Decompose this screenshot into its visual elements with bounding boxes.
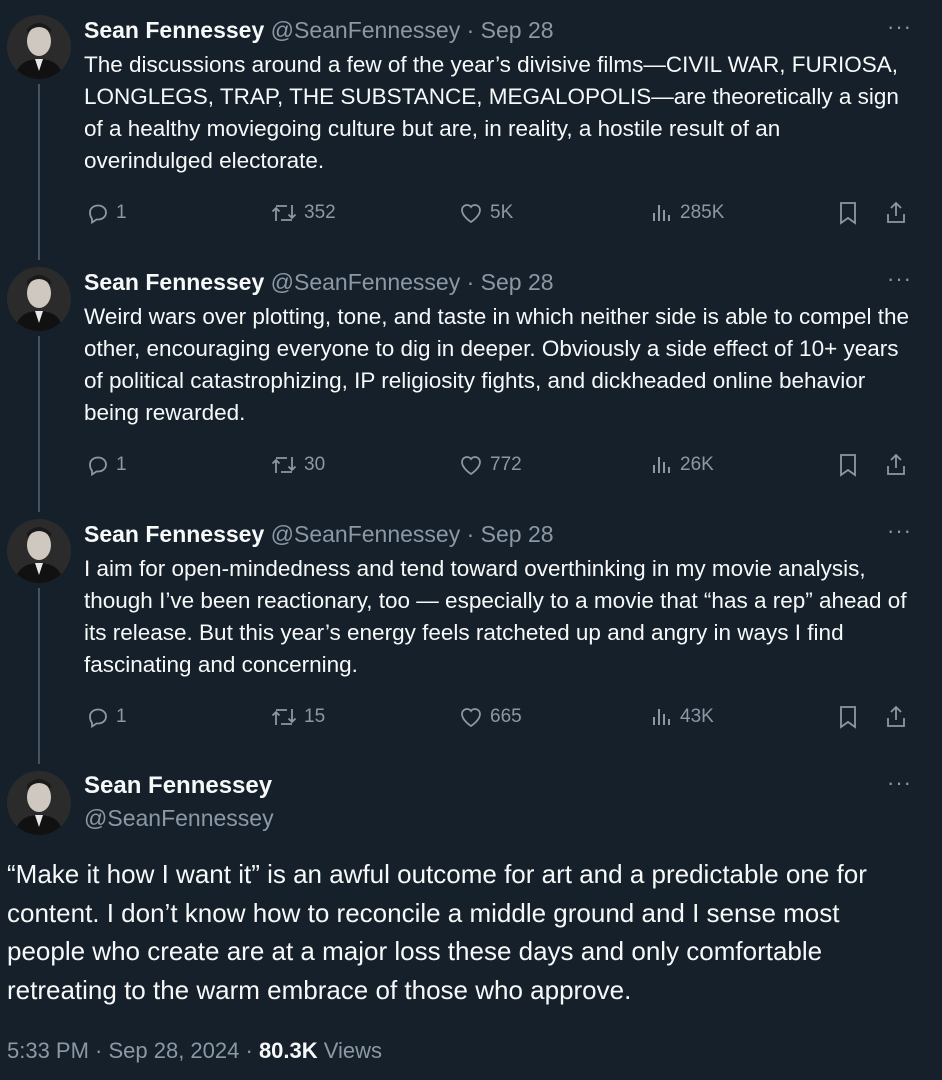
repost-icon [271, 709, 297, 725]
views-icon [653, 205, 670, 221]
views-button[interactable]: 26K [650, 450, 714, 480]
like-count: 5K [490, 202, 514, 223]
handle-and-date[interactable]: @SeanFennessey · Sep 28 [271, 269, 554, 295]
tweet-header: Sean Fennessey @SeanFennessey · Sep 28 [84, 267, 554, 297]
like-count: 772 [490, 454, 522, 475]
views-count: 26K [680, 454, 714, 475]
views-button[interactable]: 43K [650, 702, 714, 732]
thread-tweet[interactable]: Sean Fennessey @SeanFennessey · Sep 28 ·… [0, 519, 942, 759]
bookmark-icon [840, 454, 856, 477]
avatar[interactable] [7, 15, 71, 79]
like-count: 665 [490, 706, 522, 727]
tweet-text: “Make it how I want it” is an awful outc… [7, 859, 867, 1005]
reply-icon [89, 456, 107, 477]
thread-tweet[interactable]: Sean Fennessey @SeanFennessey · Sep 28 ·… [0, 15, 942, 255]
tweet-meta: 5:33 PM · Sep 28, 2024 · 80.3K Views [7, 1036, 382, 1066]
share-button[interactable] [884, 198, 908, 228]
reply-count: 1 [116, 454, 127, 475]
avatar[interactable] [7, 519, 71, 583]
more-icon[interactable]: ··· [887, 772, 912, 794]
bookmark-button[interactable] [836, 702, 860, 732]
tweet-text: I aim for open-mindedness and tend towar… [84, 556, 907, 677]
more-icon[interactable]: ··· [887, 520, 912, 542]
bookmark-button[interactable] [836, 198, 860, 228]
timestamp[interactable]: 5:33 PM · Sep 28, 2024 · [7, 1038, 259, 1063]
views-label: Views [317, 1038, 383, 1063]
repost-button[interactable]: 352 [270, 198, 336, 228]
reply-button[interactable]: 1 [86, 702, 127, 732]
tweet-actions: 1 30 772 26K [84, 450, 914, 480]
like-button[interactable]: 5K [458, 198, 513, 228]
repost-count: 15 [304, 706, 326, 727]
views-button[interactable]: 285K [650, 198, 724, 228]
tweet-text: Weird wars over plotting, tone, and tast… [84, 304, 910, 425]
author-name[interactable]: Sean Fennessey [84, 771, 272, 801]
views-icon [653, 457, 670, 473]
repost-count: 30 [304, 454, 326, 475]
share-icon [887, 705, 905, 727]
reply-count: 1 [116, 202, 127, 223]
more-icon[interactable]: ··· [887, 16, 912, 38]
reply-button[interactable]: 1 [86, 198, 127, 228]
handle-and-date[interactable]: @SeanFennessey · Sep 28 [271, 17, 554, 43]
views-count: 43K [680, 706, 714, 727]
reply-icon [89, 204, 107, 225]
author-name[interactable]: Sean Fennessey [84, 521, 264, 547]
reply-count: 1 [116, 706, 127, 727]
main-tweet: Sean Fennessey @SeanFennessey ··· “Make … [0, 771, 942, 1071]
tweet-header: Sean Fennessey @SeanFennessey · Sep 28 [84, 15, 554, 45]
views-icon [653, 709, 670, 725]
repost-button[interactable]: 15 [270, 702, 325, 732]
like-button[interactable]: 665 [458, 702, 522, 732]
more-icon[interactable]: ··· [887, 268, 912, 290]
share-button[interactable] [884, 450, 908, 480]
share-icon [887, 453, 905, 475]
repost-icon [271, 205, 297, 221]
avatar[interactable] [7, 267, 71, 331]
share-button[interactable] [884, 702, 908, 732]
repost-icon [271, 457, 297, 473]
like-icon [461, 708, 481, 728]
handle-and-date[interactable]: @SeanFennessey · Sep 28 [271, 521, 554, 547]
author-handle[interactable]: @SeanFennessey [84, 803, 274, 833]
author-name[interactable]: Sean Fennessey [84, 17, 264, 43]
avatar[interactable] [7, 771, 71, 835]
repost-button[interactable]: 30 [270, 450, 325, 480]
author-name[interactable]: Sean Fennessey [84, 269, 264, 295]
thread-tweet[interactable]: Sean Fennessey @SeanFennessey · Sep 28 ·… [0, 267, 942, 507]
views-count: 285K [680, 202, 725, 223]
like-button[interactable]: 772 [458, 450, 522, 480]
share-icon [887, 201, 905, 223]
tweet-text: The discussions around a few of the year… [84, 52, 899, 173]
like-icon [461, 456, 481, 476]
tweet-actions: 1 352 5K 285K [84, 198, 914, 228]
like-icon [461, 204, 481, 224]
bookmark-icon [840, 202, 856, 225]
tweet-actions: 1 15 665 43K [84, 702, 914, 732]
tweet-header: Sean Fennessey @SeanFennessey · Sep 28 [84, 519, 554, 549]
bookmark-icon [840, 706, 856, 729]
views-count: 80.3K [258, 1038, 318, 1063]
reply-icon [89, 708, 107, 729]
reply-button[interactable]: 1 [86, 450, 127, 480]
bookmark-button[interactable] [836, 450, 860, 480]
repost-count: 352 [304, 202, 336, 223]
